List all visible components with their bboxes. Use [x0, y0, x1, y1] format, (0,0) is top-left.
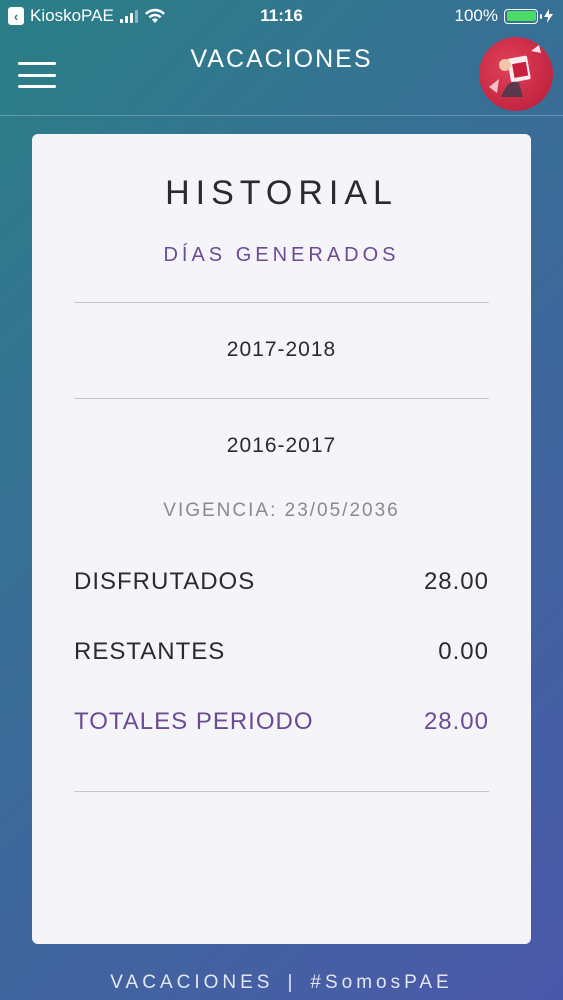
- period-item-2017-2018[interactable]: 2017-2018: [32, 338, 531, 362]
- back-to-app-icon[interactable]: ‹: [8, 7, 24, 25]
- row-label: RESTANTES: [74, 638, 226, 665]
- row-label: DISFRUTADOS: [74, 568, 256, 595]
- footer-separator: |: [287, 972, 297, 993]
- row-value: 28.00: [423, 708, 489, 735]
- footer-hashtag: #SomosPAE: [310, 972, 453, 993]
- signal-icon: [119, 9, 138, 23]
- app-header: VACACIONES: [0, 32, 563, 116]
- charging-bolt-icon: [544, 9, 553, 23]
- row-disfrutados: DISFRUTADOS 28.00: [74, 568, 489, 596]
- status-right: 100%: [455, 6, 553, 26]
- footer: VACACIONES | #SomosPAE: [0, 972, 563, 994]
- divider: [74, 791, 489, 792]
- status-bar: ‹ KioskoPAE 11:16 100%: [0, 0, 563, 32]
- battery-icon: [504, 8, 542, 24]
- card-title: HISTORIAL: [165, 174, 398, 212]
- battery-level: [506, 11, 536, 21]
- vigencia-label: VIGENCIA: 23/05/2036: [163, 500, 400, 521]
- avatar[interactable]: [479, 37, 553, 111]
- period-item-2016-2017[interactable]: 2016-2017: [32, 434, 531, 458]
- row-restantes: RESTANTES 0.00: [74, 638, 489, 666]
- divider: [74, 302, 489, 303]
- history-card: HISTORIAL DÍAS GENERADOS 2017-2018 2016-…: [32, 134, 531, 944]
- row-value: 28.00: [423, 568, 489, 595]
- footer-section-label: VACACIONES: [110, 972, 274, 993]
- divider: [74, 398, 489, 399]
- row-value: 0.00: [438, 638, 489, 665]
- card-subtitle: DÍAS GENERADOS: [163, 244, 400, 266]
- status-time: 11:16: [260, 6, 303, 25]
- row-totales-periodo: TOTALES PERIODO 28.00: [74, 708, 489, 736]
- wifi-icon: [144, 8, 165, 23]
- battery-percent: 100%: [454, 6, 498, 25]
- carrier-name[interactable]: KioskoPAE: [30, 6, 114, 26]
- row-label: TOTALES PERIODO: [74, 708, 314, 735]
- status-left: ‹ KioskoPAE: [8, 6, 166, 26]
- profile-illustration-icon: [489, 45, 541, 97]
